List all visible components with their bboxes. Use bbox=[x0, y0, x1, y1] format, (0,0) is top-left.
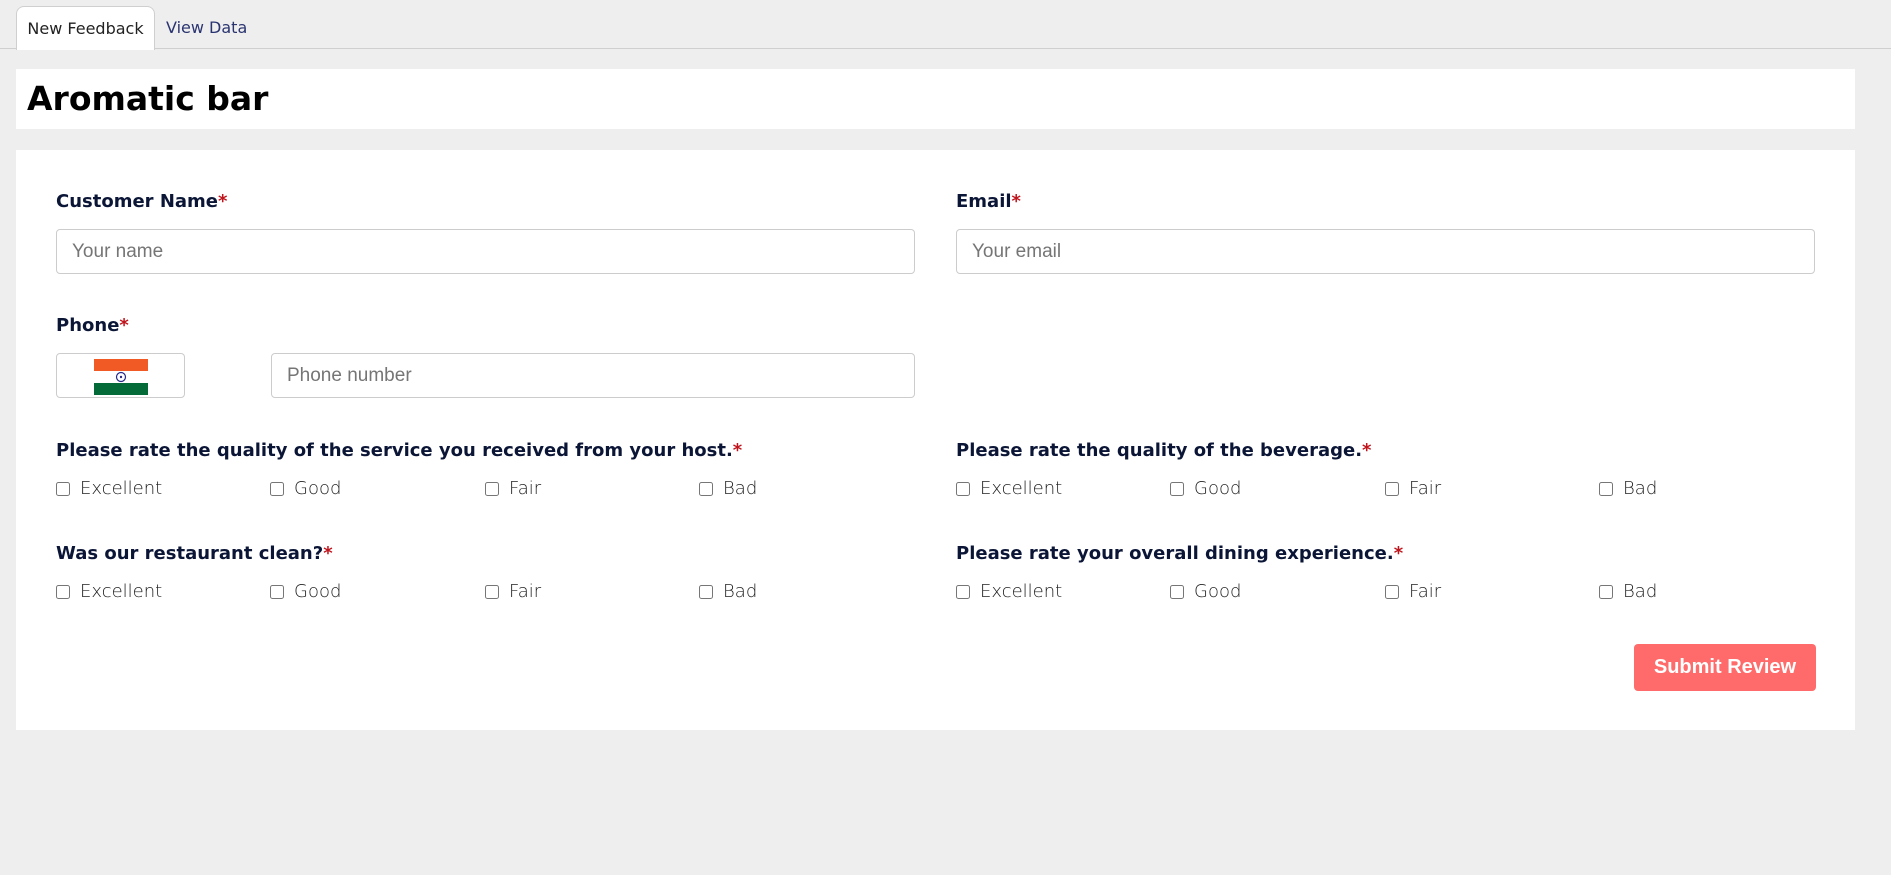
rating-option-fair[interactable]: Fair bbox=[485, 478, 541, 499]
rating-checkbox[interactable] bbox=[1385, 584, 1399, 599]
rating-option-label: Fair bbox=[1409, 581, 1442, 602]
rating-option-good[interactable]: Good bbox=[270, 478, 341, 499]
rating-option-fair[interactable]: Fair bbox=[1385, 478, 1441, 499]
tab-new-feedback[interactable]: New Feedback bbox=[16, 6, 155, 50]
rating-option-bad[interactable]: Bad bbox=[699, 581, 757, 602]
question-label: Please rate your overall dining experien… bbox=[956, 543, 1404, 564]
submit-review-button[interactable]: Submit Review bbox=[1634, 644, 1816, 691]
rating-checkbox[interactable] bbox=[56, 481, 70, 496]
rating-checkbox[interactable] bbox=[485, 481, 499, 496]
rating-checkbox[interactable] bbox=[1170, 481, 1184, 496]
rating-checkbox[interactable] bbox=[1599, 584, 1613, 599]
rating-option-bad[interactable]: Bad bbox=[699, 478, 757, 499]
rating-option-label: Bad bbox=[1623, 478, 1658, 499]
rating-option-label: Fair bbox=[509, 581, 542, 602]
country-code-select[interactable] bbox=[56, 353, 185, 398]
rating-option-label: Excellent bbox=[980, 581, 1063, 602]
rating-checkbox[interactable] bbox=[1385, 481, 1399, 496]
page-title: Aromatic bar bbox=[27, 79, 269, 118]
question-label: Please rate the quality of the service y… bbox=[56, 440, 743, 461]
rating-option-good[interactable]: Good bbox=[270, 581, 341, 602]
rating-option-excellent[interactable]: Excellent bbox=[56, 478, 162, 499]
rating-option-label: Excellent bbox=[980, 478, 1063, 499]
customer-name-input[interactable] bbox=[56, 229, 915, 274]
rating-checkbox[interactable] bbox=[270, 481, 284, 496]
phone-label: Phone* bbox=[56, 315, 129, 336]
tab-view-data[interactable]: View Data bbox=[156, 6, 257, 49]
rating-option-label: Good bbox=[1194, 581, 1242, 602]
rating-checkbox[interactable] bbox=[699, 584, 713, 599]
header-panel: Aromatic bar bbox=[16, 69, 1855, 129]
rating-checkbox[interactable] bbox=[699, 481, 713, 496]
customer-name-label: Customer Name* bbox=[56, 191, 228, 212]
rating-option-fair[interactable]: Fair bbox=[485, 581, 541, 602]
rating-checkbox[interactable] bbox=[485, 584, 499, 599]
rating-checkbox[interactable] bbox=[1599, 481, 1613, 496]
feedback-form: Customer Name* Email* Phone* Please rate… bbox=[16, 150, 1855, 730]
india-flag-icon bbox=[94, 359, 148, 395]
rating-option-fair[interactable]: Fair bbox=[1385, 581, 1441, 602]
rating-option-label: Fair bbox=[1409, 478, 1442, 499]
question-label: Please rate the quality of the beverage.… bbox=[956, 440, 1372, 461]
rating-option-label: Bad bbox=[1623, 581, 1658, 602]
rating-option-good[interactable]: Good bbox=[1170, 478, 1241, 499]
tab-bar: New Feedback View Data bbox=[0, 0, 1891, 50]
phone-input[interactable] bbox=[271, 353, 915, 398]
rating-checkbox[interactable] bbox=[56, 584, 70, 599]
rating-checkbox[interactable] bbox=[956, 584, 970, 599]
rating-option-bad[interactable]: Bad bbox=[1599, 478, 1657, 499]
rating-option-label: Bad bbox=[723, 478, 758, 499]
email-label: Email* bbox=[956, 191, 1021, 212]
rating-checkbox[interactable] bbox=[1170, 584, 1184, 599]
rating-checkbox[interactable] bbox=[270, 584, 284, 599]
rating-option-excellent[interactable]: Excellent bbox=[56, 581, 162, 602]
rating-option-label: Excellent bbox=[80, 478, 163, 499]
email-input[interactable] bbox=[956, 229, 1815, 274]
rating-option-good[interactable]: Good bbox=[1170, 581, 1241, 602]
rating-option-label: Excellent bbox=[80, 581, 163, 602]
rating-option-label: Good bbox=[294, 478, 342, 499]
rating-option-bad[interactable]: Bad bbox=[1599, 581, 1657, 602]
rating-checkbox[interactable] bbox=[956, 481, 970, 496]
rating-option-excellent[interactable]: Excellent bbox=[956, 581, 1062, 602]
rating-option-excellent[interactable]: Excellent bbox=[956, 478, 1062, 499]
question-label: Was our restaurant clean?* bbox=[56, 543, 333, 564]
rating-option-label: Bad bbox=[723, 581, 758, 602]
rating-option-label: Good bbox=[1194, 478, 1242, 499]
rating-option-label: Good bbox=[294, 581, 342, 602]
rating-option-label: Fair bbox=[509, 478, 542, 499]
